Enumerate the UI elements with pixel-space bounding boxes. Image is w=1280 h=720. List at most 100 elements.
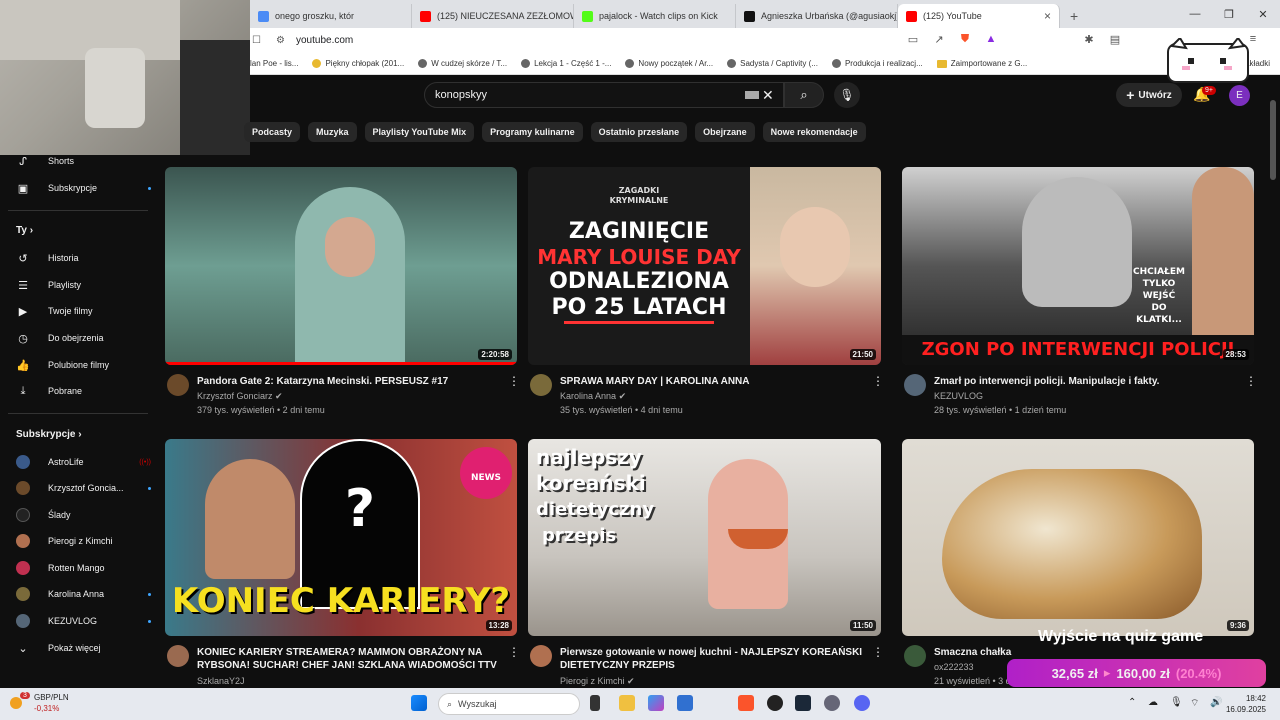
- sidebar-sub-slady[interactable]: Ślady: [16, 505, 151, 525]
- minimize-icon[interactable]: —: [1178, 0, 1212, 28]
- video-channel[interactable]: KEZUVLOG: [934, 389, 983, 403]
- bookmark-item[interactable]: Piękny chłopak (201...: [312, 59, 404, 68]
- chip-recent[interactable]: Ostatnio przesłane: [590, 122, 688, 142]
- video-title[interactable]: SPRAWA MARY DAY | KAROLINA ANNA: [560, 375, 860, 388]
- sidebar-sub-kezuvlog[interactable]: KEZUVLOG: [16, 611, 151, 631]
- chip-music[interactable]: Muzyka: [308, 122, 357, 142]
- browser-tab[interactable]: (125) NIEUCZESANA ZEZŁOMOWAN: [412, 4, 574, 28]
- chip-cooking[interactable]: Programy kulinarne: [482, 122, 583, 142]
- discord-icon[interactable]: [854, 695, 870, 711]
- sidebar-sub-pierogi[interactable]: Pierogi z Kimchi: [16, 531, 151, 551]
- sidebar-item-watch-later[interactable]: ◷ Do obejrzenia: [16, 328, 151, 348]
- app-icon[interactable]: [767, 695, 783, 711]
- sidebar-show-more[interactable]: ⌄ Pokaż więcej: [16, 638, 151, 658]
- sidebar-sub-gonciarz[interactable]: Krzysztof Goncia...: [16, 478, 151, 498]
- more-options-icon[interactable]: ⋮: [508, 374, 520, 388]
- close-window-icon[interactable]: ✕: [1246, 0, 1280, 28]
- video-title[interactable]: Pierwsze gotowanie w nowej kuchni - NAJL…: [560, 646, 870, 672]
- volume-icon[interactable]: 🔊: [1210, 697, 1222, 708]
- account-avatar[interactable]: E: [1229, 85, 1250, 106]
- bookmark-item[interactable]: lan Poe - lis...: [250, 59, 298, 68]
- browser-tab[interactable]: Agnieszka Urbańska (@agusiaokj) |: [736, 4, 898, 28]
- weather-widget-icon[interactable]: [10, 697, 22, 709]
- chip-new[interactable]: Nowe rekomendacje: [762, 122, 866, 142]
- channel-avatar[interactable]: [904, 645, 926, 667]
- keyboard-icon[interactable]: [745, 91, 759, 99]
- video-title[interactable]: Zmarł po interwencji policji. Manipulacj…: [934, 375, 1234, 388]
- create-button[interactable]: + Utwórz: [1116, 83, 1182, 107]
- windows-start-icon[interactable]: [411, 695, 427, 711]
- sidebar-item-your-videos[interactable]: ▶ Twoje filmy: [16, 301, 151, 321]
- bookmark-page-icon[interactable]: ☐: [252, 35, 261, 46]
- video-channel[interactable]: ox222233: [934, 660, 974, 674]
- search-input[interactable]: konopskyy: [424, 82, 784, 108]
- more-options-icon[interactable]: ⋮: [508, 645, 520, 659]
- sidebar-you-heading[interactable]: Ty ›: [16, 225, 33, 236]
- browser-tab-active[interactable]: (125) YouTube ×: [898, 4, 1060, 28]
- brave-browser-icon[interactable]: [738, 695, 754, 711]
- browser-tab[interactable]: pajalock - Watch clips on Kick: [574, 4, 736, 28]
- sidebar-item-shorts[interactable]: ᔑ Shorts: [16, 151, 151, 171]
- sidebar-item-liked[interactable]: 👍 Polubione filmy: [16, 355, 151, 375]
- search-button[interactable]: ⌕: [784, 82, 824, 108]
- chip-mix[interactable]: Playlisty YouTube Mix: [364, 122, 475, 142]
- video-title[interactable]: Smaczna chałka: [934, 646, 1234, 659]
- video-channel[interactable]: Pierogi z Kimchi ✔: [560, 674, 635, 688]
- sidebar-sub-rotten-mango[interactable]: Rotten Mango: [16, 558, 151, 578]
- video-thumbnail[interactable]: CHCIAŁEM TYLKO WEJŚĆ DO KLATKI... ZGON P…: [902, 167, 1254, 365]
- extensions-icon[interactable]: ✱: [1082, 32, 1096, 46]
- sidebar-item-playlists[interactable]: ☰ Playlisty: [16, 275, 151, 295]
- video-channel[interactable]: Karolina Anna ✔: [560, 389, 626, 403]
- maximize-icon[interactable]: ❐: [1212, 0, 1246, 28]
- taskbar-search[interactable]: ⌕ Wyszukaj: [438, 693, 580, 715]
- sidebar-toggle-icon[interactable]: ▤: [1108, 32, 1122, 46]
- more-options-icon[interactable]: ⋮: [872, 374, 884, 388]
- video-thumbnail[interactable]: ZAGADKI KRYMINALNE ZAGINIĘCIE MARY LOUIS…: [528, 167, 881, 365]
- video-thumbnail[interactable]: najlepszy koreański dietetyczny przepis …: [528, 439, 881, 636]
- video-channel[interactable]: SzklanaY2J: [197, 674, 245, 688]
- more-options-icon[interactable]: ⋮: [872, 645, 884, 659]
- sidebar-sub-karolina[interactable]: Karolina Anna: [16, 584, 151, 604]
- copilot-icon[interactable]: [648, 695, 664, 711]
- clock[interactable]: 18:42 16.09.2025: [1226, 693, 1266, 715]
- task-view-icon[interactable]: [590, 695, 600, 711]
- network-icon[interactable]: ⌔: [1190, 697, 1199, 710]
- video-thumbnail[interactable]: 2:20:58: [165, 167, 517, 365]
- url-field[interactable]: youtube.com: [296, 35, 353, 46]
- channel-avatar[interactable]: [904, 374, 926, 396]
- bookmark-folder[interactable]: Zaimportowane z G...: [936, 59, 1027, 68]
- channel-avatar[interactable]: [167, 374, 189, 396]
- bookmark-item[interactable]: W cudzej skórze / T...: [418, 59, 507, 68]
- site-info-icon[interactable]: ⚙: [276, 35, 285, 46]
- video-thumbnail[interactable]: ? NEWS KONIEC KARIERY? 13:28: [165, 439, 517, 636]
- settings-icon[interactable]: [824, 695, 840, 711]
- bookmark-item[interactable]: Lekcja 1 - Część 1 -...: [521, 59, 611, 68]
- video-title[interactable]: Pandora Gate 2: Katarzyna Mecinski. PERS…: [197, 375, 497, 388]
- brave-rewards-icon[interactable]: ▲: [984, 32, 998, 46]
- sidebar-subscriptions-heading[interactable]: Subskrypcje ›: [16, 429, 82, 440]
- onedrive-icon[interactable]: ☁: [1148, 697, 1158, 708]
- bookmark-item[interactable]: Sadysta / Captivity (...: [727, 59, 818, 68]
- more-options-icon[interactable]: ⋮: [1245, 374, 1257, 388]
- video-thumbnail[interactable]: 9:36: [902, 439, 1254, 636]
- channel-avatar[interactable]: [530, 645, 552, 667]
- chip-podcasts[interactable]: Podcasty: [244, 122, 301, 142]
- sidebar-item-downloads[interactable]: ⤓ Pobrane: [16, 381, 151, 401]
- sidebar-item-subscriptions[interactable]: ▣ Subskrypcje: [16, 178, 151, 198]
- channel-avatar[interactable]: [167, 645, 189, 667]
- steam-icon[interactable]: [795, 695, 811, 711]
- bookmark-item[interactable]: Produkcja i realizacj...: [831, 59, 923, 68]
- video-title[interactable]: KONIEC KARIERY STREAMERA? MAMMON OBRAŻON…: [197, 646, 497, 672]
- bookmark-item[interactable]: Nowy początek / Ar...: [625, 59, 713, 68]
- store-icon[interactable]: [677, 695, 693, 711]
- sidebar-item-history[interactable]: ↺ Historia: [16, 248, 151, 268]
- voice-search-button[interactable]: 🎙: [834, 82, 860, 108]
- cast-icon[interactable]: ▭: [906, 32, 920, 46]
- channel-avatar[interactable]: [530, 374, 552, 396]
- chip-watched[interactable]: Obejrzane: [695, 122, 755, 142]
- tray-chevron-icon[interactable]: ⌃: [1128, 697, 1136, 708]
- close-tab-icon[interactable]: ×: [1044, 9, 1051, 23]
- new-tab-button[interactable]: +: [1060, 4, 1088, 28]
- share-icon[interactable]: ↗: [932, 32, 946, 46]
- brave-shield-icon[interactable]: ⛊: [958, 32, 972, 46]
